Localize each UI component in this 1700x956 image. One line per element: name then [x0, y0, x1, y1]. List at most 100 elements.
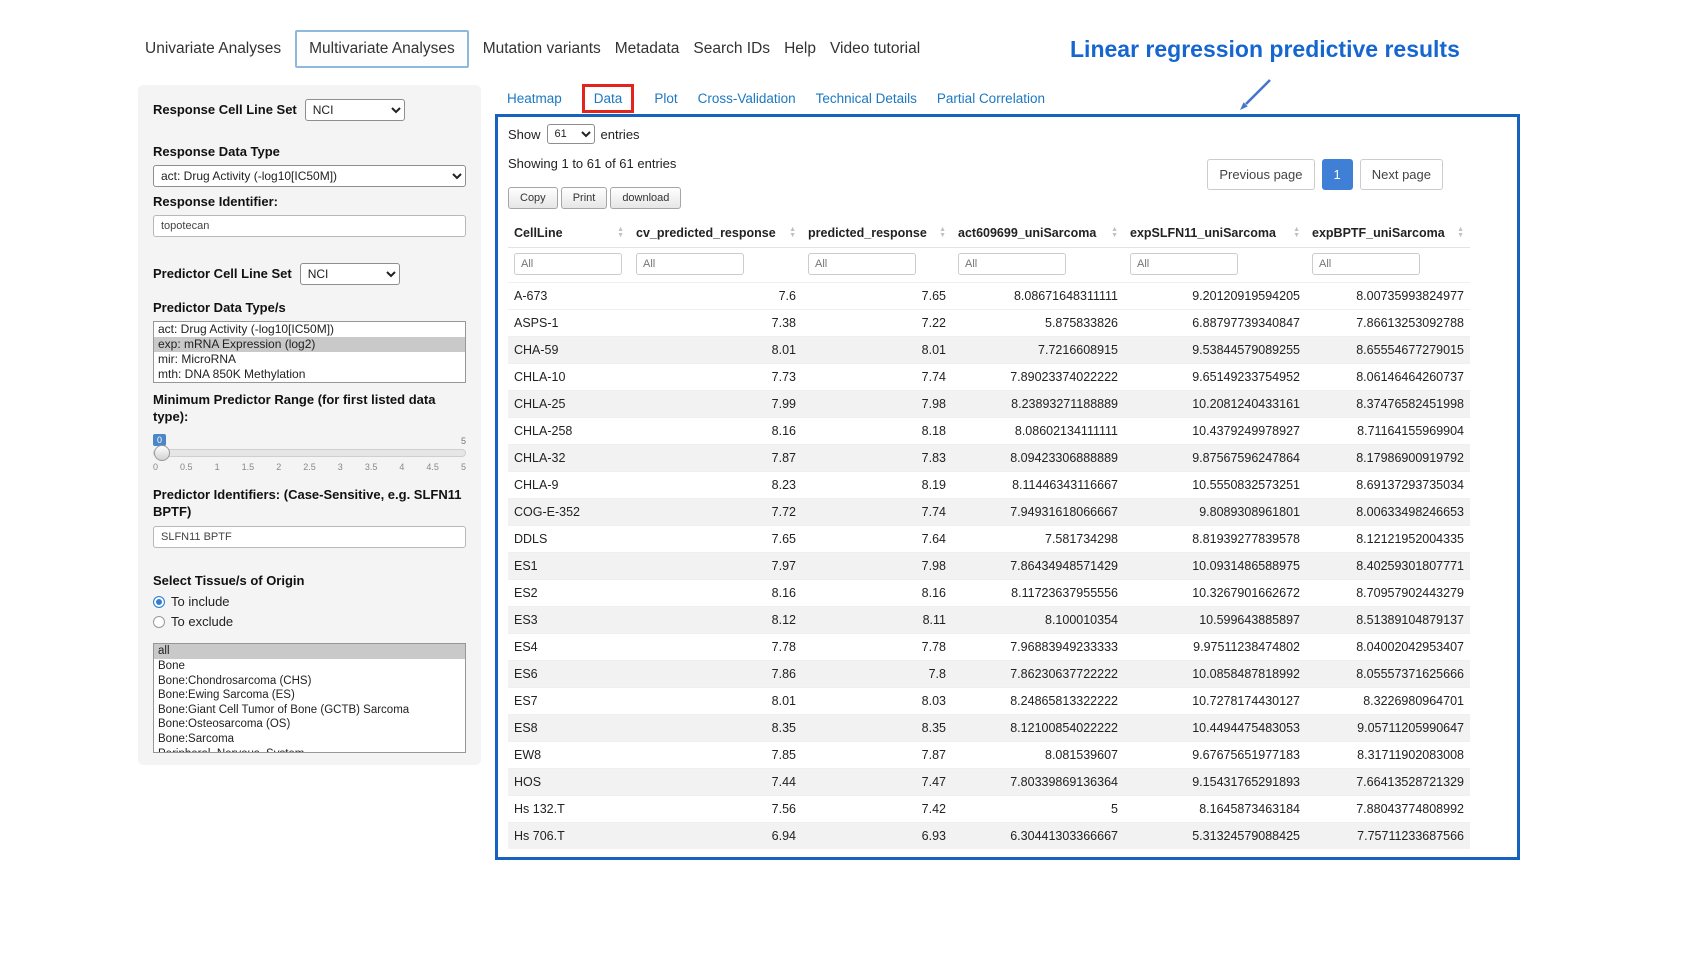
- col-header-predicted-response[interactable]: predicted_response▲▼: [802, 219, 952, 248]
- nav-video-tutorial[interactable]: Video tutorial: [830, 40, 920, 58]
- predictor-data-type-option[interactable]: mir: MicroRNA: [154, 352, 465, 367]
- tab-data[interactable]: Data: [594, 91, 623, 106]
- value-cell: 8.18: [802, 418, 952, 445]
- filter-expslfn11-input[interactable]: [1130, 253, 1238, 275]
- col-header-act609699[interactable]: act609699_uniSarcoma▲▼: [952, 219, 1124, 248]
- nav-search-ids[interactable]: Search IDs: [693, 40, 770, 58]
- tissue-option[interactable]: Bone:Giant Cell Tumor of Bone (GCTB) Sar…: [154, 703, 465, 718]
- filter-predicted-input[interactable]: [808, 253, 916, 275]
- value-cell: 7.96883949233333: [952, 634, 1124, 661]
- value-cell: 7.44: [630, 769, 802, 796]
- tissue-option-selected[interactable]: all: [154, 644, 465, 659]
- value-cell: 8.11446343116667: [952, 472, 1124, 499]
- filter-cv-predicted-input[interactable]: [636, 253, 744, 275]
- value-cell: 8.16: [802, 580, 952, 607]
- tissue-option[interactable]: Bone: [154, 659, 465, 674]
- col-header-expbptf[interactable]: expBPTF_uniSarcoma▲▼: [1306, 219, 1470, 248]
- data-tab-highlight-box: Data: [582, 84, 635, 113]
- value-cell: 7.65: [802, 283, 952, 310]
- value-cell: 8.71164155969904: [1306, 418, 1470, 445]
- value-cell: 6.93: [802, 823, 952, 850]
- response-identifier-input[interactable]: [153, 215, 466, 237]
- cellline-cell: ES7: [508, 688, 630, 715]
- response-data-type-label: Response Data Type: [153, 143, 466, 161]
- tab-cross-validation[interactable]: Cross-Validation: [698, 91, 796, 106]
- value-cell: 7.94931618066667: [952, 499, 1124, 526]
- nav-metadata[interactable]: Metadata: [615, 40, 680, 58]
- value-cell: 7.8: [802, 661, 952, 688]
- entries-count-select[interactable]: 61: [547, 124, 595, 144]
- cellminer-app: Univariate Analyses Multivariate Analyse…: [0, 0, 1700, 956]
- nav-multivariate-analyses[interactable]: Multivariate Analyses: [295, 30, 469, 68]
- value-cell: 8.11723637955556: [952, 580, 1124, 607]
- value-cell: 8.81939277839578: [1124, 526, 1306, 553]
- tab-technical-details[interactable]: Technical Details: [816, 91, 917, 106]
- value-cell: 8.51389104879137: [1306, 607, 1470, 634]
- previous-page-button[interactable]: Previous page: [1207, 159, 1314, 190]
- tissue-option[interactable]: Bone:Chondrosarcoma (CHS): [154, 674, 465, 689]
- table-row: ES67.867.87.8623063772222210.08584878189…: [508, 661, 1470, 688]
- value-cell: 7.56: [630, 796, 802, 823]
- predictor-data-type-option-selected[interactable]: exp: mRNA Expression (log2): [154, 337, 465, 352]
- print-button[interactable]: Print: [561, 187, 608, 209]
- radio-to-exclude[interactable]: To exclude: [153, 614, 466, 629]
- tab-heatmap[interactable]: Heatmap: [507, 91, 562, 106]
- slider-track[interactable]: [153, 449, 466, 457]
- value-cell: 8.19: [802, 472, 952, 499]
- response-data-type-select[interactable]: act: Drug Activity (-log10[IC50M]): [153, 165, 466, 187]
- next-page-button[interactable]: Next page: [1360, 159, 1443, 190]
- tissue-option[interactable]: Bone:Osteosarcoma (OS): [154, 717, 465, 732]
- col-header-expslfn11[interactable]: expSLFN11_uniSarcoma▲▼: [1124, 219, 1306, 248]
- col-header-cellline[interactable]: CellLine▲▼: [508, 219, 630, 248]
- filter-cellline-input[interactable]: [514, 253, 622, 275]
- table-row: ES28.168.168.1172363795555610.3267901662…: [508, 580, 1470, 607]
- value-cell: 7.7216608915: [952, 337, 1124, 364]
- slider-tick: 2.5: [303, 462, 316, 472]
- table-row: A-6737.67.658.086716483111119.2012091959…: [508, 283, 1470, 310]
- tissue-option[interactable]: Peripheral_Nervous_System: [154, 747, 465, 754]
- nav-univariate-analyses[interactable]: Univariate Analyses: [145, 40, 281, 58]
- table-row: ES38.128.118.10001035410.5996438858978.5…: [508, 607, 1470, 634]
- predictor-cell-line-set-select[interactable]: NCI: [300, 263, 400, 285]
- cellline-cell: ES4: [508, 634, 630, 661]
- value-cell: 7.88043774808992: [1306, 796, 1470, 823]
- slider-handle[interactable]: [154, 445, 170, 461]
- value-cell: 7.86613253092788: [1306, 310, 1470, 337]
- radio-to-exclude-label: To exclude: [171, 614, 233, 629]
- nav-help[interactable]: Help: [784, 40, 816, 58]
- nav-mutation-variants[interactable]: Mutation variants: [483, 40, 601, 58]
- value-cell: 7.85: [630, 742, 802, 769]
- tissue-option[interactable]: Bone:Sarcoma: [154, 732, 465, 747]
- filter-act609699-input[interactable]: [958, 253, 1066, 275]
- sort-icon: ▲▼: [1293, 227, 1300, 239]
- value-cell: 7.78: [802, 634, 952, 661]
- page-number-button[interactable]: 1: [1322, 159, 1353, 190]
- value-cell: 8.08602134111111: [952, 418, 1124, 445]
- value-cell: 6.88797739340847: [1124, 310, 1306, 337]
- copy-button[interactable]: Copy: [508, 187, 558, 209]
- radio-to-include[interactable]: To include: [153, 594, 466, 609]
- value-cell: 5.31324579088425: [1124, 823, 1306, 850]
- value-cell: 7.86434948571429: [952, 553, 1124, 580]
- filter-expbptf-input[interactable]: [1312, 253, 1420, 275]
- value-cell: 9.53844579089255: [1124, 337, 1306, 364]
- value-cell: 8.12: [630, 607, 802, 634]
- response-cell-line-set-select[interactable]: NCI: [305, 99, 405, 121]
- predictor-identifiers-input[interactable]: [153, 526, 466, 548]
- tab-plot[interactable]: Plot: [654, 91, 677, 106]
- cellline-cell: A-673: [508, 283, 630, 310]
- cellline-cell: ASPS-1: [508, 310, 630, 337]
- sort-icon: ▲▼: [789, 227, 796, 239]
- download-button[interactable]: download: [610, 187, 681, 209]
- value-cell: 8.16: [630, 580, 802, 607]
- value-cell: 10.0931486588975: [1124, 553, 1306, 580]
- predictor-data-type-option[interactable]: mth: DNA 850K Methylation: [154, 367, 465, 382]
- col-header-cv-predicted-response[interactable]: cv_predicted_response▲▼: [630, 219, 802, 248]
- tissue-option[interactable]: Bone:Ewing Sarcoma (ES): [154, 688, 465, 703]
- cellline-cell: CHLA-32: [508, 445, 630, 472]
- table-row: CHLA-257.997.988.2389327118888910.208124…: [508, 391, 1470, 418]
- tab-partial-correlation[interactable]: Partial Correlation: [937, 91, 1045, 106]
- table-row: ASPS-17.387.225.8758338266.8879773934084…: [508, 310, 1470, 337]
- predictor-data-type-option[interactable]: act: Drug Activity (-log10[IC50M]): [154, 322, 465, 337]
- value-cell: 8.37476582451998: [1306, 391, 1470, 418]
